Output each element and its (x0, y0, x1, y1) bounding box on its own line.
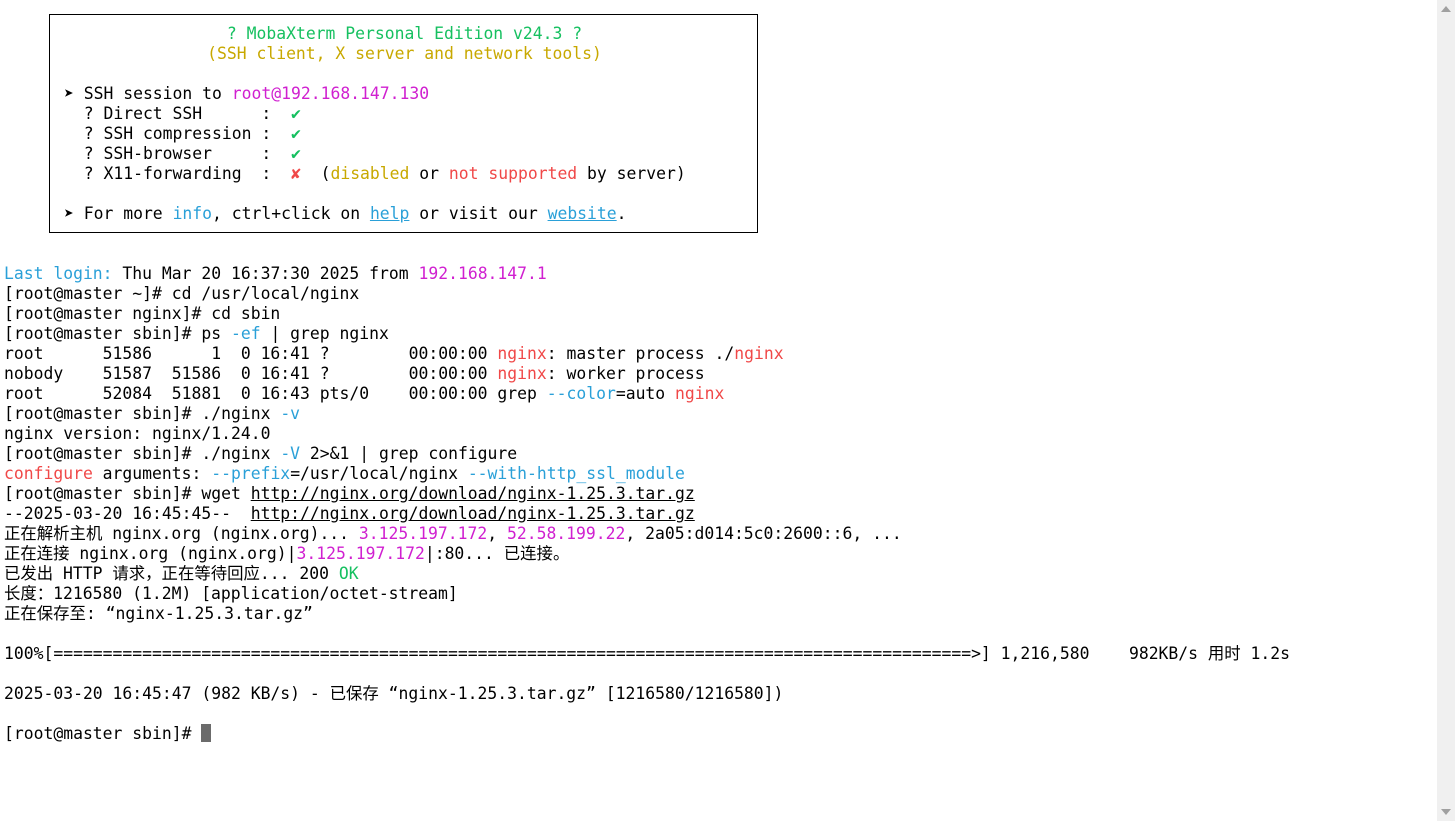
highlight-nginx: nginx (675, 384, 725, 403)
check-icon: ✔ (290, 144, 301, 163)
text-segment: | grep nginx (260, 324, 389, 343)
terminal-line: [root@master nginx]# cd sbin (4, 304, 281, 323)
terminal-line: 正在解析主机 nginx.org (nginx.org)... 3.125.19… (4, 524, 902, 544)
info-link[interactable]: info (173, 204, 212, 223)
feature-label: ? SSH-browser : (64, 144, 291, 163)
ip-address: 52.58.199.22 (506, 524, 626, 543)
more-prefix: ➤ For more (64, 204, 173, 223)
feature-label: ? SSH compression : (64, 124, 291, 143)
highlight-nginx: nginx (734, 344, 784, 363)
last-login-text: Thu Mar 20 16:37:30 2025 from (112, 264, 419, 283)
session-line: ➤ SSH session to root@192.168.147.130 (64, 84, 429, 104)
more-mid2: or visit our (409, 204, 548, 223)
status-ok: OK (338, 564, 359, 583)
x11-not-supported: not supported (448, 164, 578, 183)
feature-label: ? X11-forwarding : (64, 164, 291, 183)
welcome-banner: ? MobaXterm Personal Edition v24.3 ? (SS… (49, 14, 758, 233)
text-segment: |:80... 已连接。 (424, 544, 570, 563)
text-segment: root 52084 51881 0 16:43 pts/0 00:00:00 … (4, 384, 547, 403)
terminal-area[interactable]: ? MobaXterm Personal Edition v24.3 ? (SS… (0, 0, 1437, 821)
more-info-line: ➤ For more info, ctrl+click on help or v… (64, 204, 627, 224)
ps-row: root 52084 51881 0 16:43 pts/0 00:00:00 … (4, 384, 724, 404)
check-icon: ✔ (290, 104, 301, 123)
ps-row: nobody 51587 51586 0 16:41 ? 00:00:00 ng… (4, 364, 705, 384)
text-segment: root 51586 1 0 16:41 ? 00:00:00 (4, 344, 498, 363)
feature-label: ? Direct SSH : (64, 104, 291, 123)
feature-ssh-browser: ? SSH-browser : ✔ (64, 144, 301, 164)
vertical-scrollbar[interactable] (1437, 0, 1455, 821)
banner-title: ? MobaXterm Personal Edition v24.3 ? (226, 24, 583, 43)
feature-x11-forwarding: ? X11-forwarding : ✘ (disabled or not su… (64, 164, 686, 184)
cross-icon: ✘ (290, 164, 301, 183)
option-flag: -V (280, 444, 301, 463)
x11-or: or (409, 164, 449, 183)
last-login-line: Last login: Thu Mar 20 16:37:30 2025 fro… (4, 264, 547, 284)
terminal-line: --2025-03-20 16:45:45-- http://nginx.org… (4, 504, 695, 524)
text-segment: : master process ./ (546, 344, 735, 363)
text-segment: 正在连接 nginx.org (nginx.org)| (4, 544, 297, 563)
terminal-line: [root@master ~]# cd /usr/local/nginx (4, 284, 360, 303)
text-segment: 已发出 HTTP 请求，正在等待回应... 200 (4, 564, 339, 583)
terminal-line: [root@master sbin]# ./nginx -V 2>&1 | gr… (4, 444, 517, 464)
terminal-line: [root@master sbin]# wget http://nginx.or… (4, 484, 695, 504)
option-flag: --prefix (211, 464, 291, 483)
command-prompt[interactable]: [root@master sbin]# (4, 724, 212, 744)
text-segment: 2>&1 | grep configure (300, 444, 518, 463)
terminal-line: 2025-03-20 16:45:47 (982 KB/s) - 已保存 “ng… (4, 684, 784, 703)
x11-note-open: ( (300, 164, 331, 183)
ip-address: 3.125.197.172 (296, 544, 425, 563)
help-link[interactable]: help (370, 204, 409, 223)
option-flag: --with-http_ssl_module (467, 464, 685, 483)
scroll-up-arrow-icon[interactable] (1441, 6, 1451, 12)
highlight-configure: configure (4, 464, 93, 483)
highlight-nginx: nginx (497, 344, 547, 363)
text-segment: =auto (615, 384, 676, 403)
terminal-line: 正在保存至: “nginx-1.25.3.tar.gz” (4, 604, 313, 623)
terminal-line: 长度：1216580 (1.2M) [application/octet-str… (4, 584, 458, 603)
text-segment: , 2a05:d014:5c0:2600::6, ... (625, 524, 902, 543)
more-end: . (616, 204, 627, 223)
ip-address: 3.125.197.172 (358, 524, 488, 543)
download-progress: 100%[===================================… (4, 644, 1291, 663)
last-login-label: Last login: (4, 264, 113, 283)
banner-subtitle: (SSH client, X server and network tools) (207, 44, 602, 63)
text-segment: arguments: (92, 464, 212, 483)
text-segment: , (487, 524, 507, 543)
ps-row: root 51586 1 0 16:41 ? 00:00:00 nginx: m… (4, 344, 784, 364)
option-flag: --color (546, 384, 616, 403)
option-flag: -ef (230, 324, 261, 343)
more-mid: , ctrl+click on (212, 204, 370, 223)
feature-ssh-compression: ? SSH compression : ✔ (64, 124, 301, 144)
text-segment: nobody 51587 51586 0 16:41 ? 00:00:00 (4, 364, 498, 383)
prompt-text: [root@master sbin]# (4, 724, 202, 743)
x11-disabled: disabled (330, 164, 410, 183)
url-link[interactable]: http://nginx.org/download/nginx-1.25.3.t… (251, 504, 695, 523)
terminal-line: [root@master sbin]# ps -ef | grep nginx (4, 324, 389, 344)
text-segment: : worker process (546, 364, 705, 383)
terminal-line: 已发出 HTTP 请求，正在等待回应... 200 OK (4, 564, 359, 584)
text-cursor (201, 724, 212, 742)
scroll-down-arrow-icon[interactable] (1441, 809, 1451, 815)
check-icon: ✔ (290, 124, 301, 143)
session-target: root@192.168.147.130 (231, 84, 430, 103)
x11-note-tail: by server) (577, 164, 686, 183)
text-segment: [root@master sbin]# ./nginx (4, 404, 281, 423)
terminal-line: nginx version: nginx/1.24.0 (4, 424, 271, 443)
text-segment: [root@master sbin]# ./nginx (4, 444, 281, 463)
highlight-nginx: nginx (497, 364, 547, 383)
text-segment: --2025-03-20 16:45:45-- (4, 504, 251, 523)
text-segment: [root@master sbin]# ps (4, 324, 231, 343)
terminal-line: configure arguments: --prefix=/usr/local… (4, 464, 685, 484)
website-link[interactable]: website (548, 204, 617, 223)
terminal-line: [root@master sbin]# ./nginx -v (4, 404, 300, 424)
feature-direct-ssh: ? Direct SSH : ✔ (64, 104, 301, 124)
session-prefix: ➤ SSH session to (64, 84, 232, 103)
terminal-line: 正在连接 nginx.org (nginx.org)|3.125.197.172… (4, 544, 569, 564)
url-link[interactable]: http://nginx.org/download/nginx-1.25.3.t… (251, 484, 695, 503)
text-segment: [root@master sbin]# wget (4, 484, 251, 503)
text-segment: =/usr/local/nginx (290, 464, 468, 483)
last-login-ip: 192.168.147.1 (418, 264, 547, 283)
text-segment: 正在解析主机 nginx.org (nginx.org)... (4, 524, 359, 543)
option-flag: -v (280, 404, 301, 423)
